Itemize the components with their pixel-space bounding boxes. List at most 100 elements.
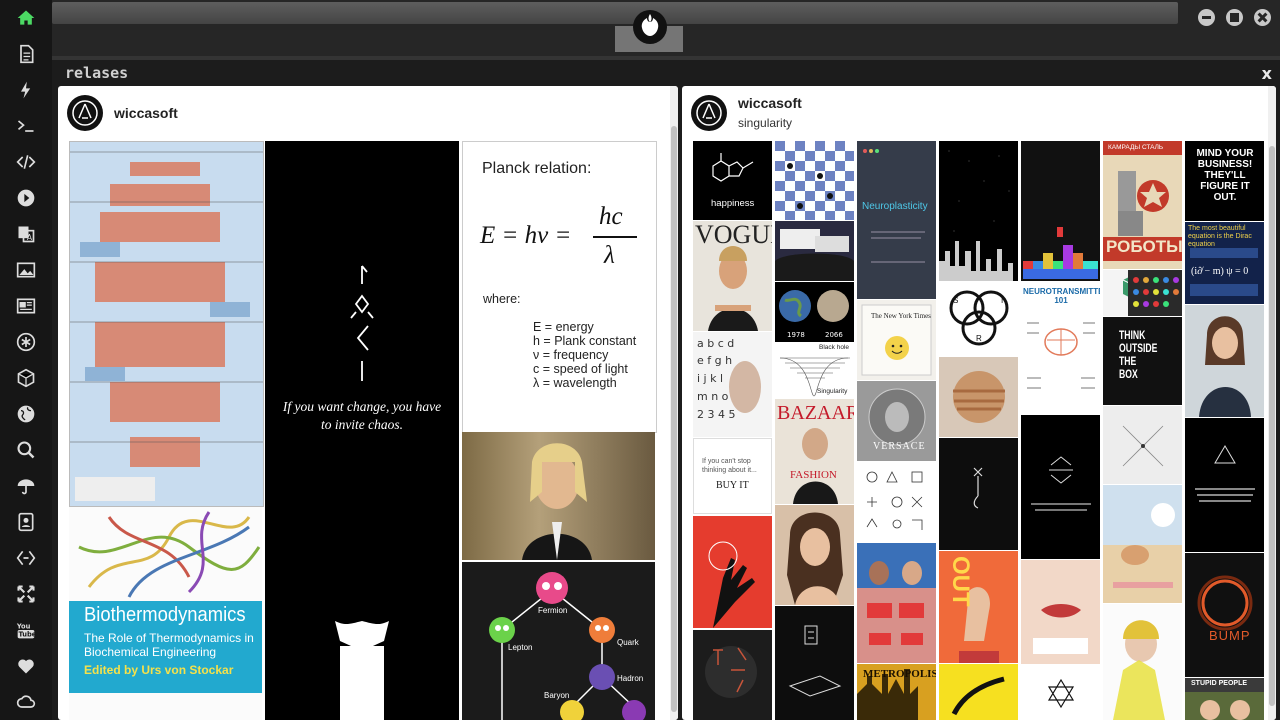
out-label: OUT [947,556,974,607]
document-icon[interactable] [14,42,38,66]
biothermodynamics-book-tile[interactable]: Biothermodynamics The Role of Thermodyna… [69,507,262,720]
stupid-people-tile[interactable]: STUPID PEOPLE [1185,678,1264,720]
maximize-button[interactable] [1226,9,1243,26]
chaos-quote-tile[interactable]: If you want change, you have to invite c… [265,141,459,720]
triangle-quote-tile[interactable] [1185,418,1264,552]
svg-text:BAZAAR: BAZAAR [777,402,854,424]
planck-title: Planck relation: [482,160,592,177]
search-icon[interactable] [14,438,38,462]
planck-equation-lhs: E = hν = [480,222,572,249]
youtube-icon[interactable]: You Tube [14,618,38,642]
black-hole-tile[interactable]: Black hole Singularity [775,343,854,398]
asterisk-icon[interactable] [14,330,38,354]
mind-business-label: MIND YOUR BUSINESS! THEY'LL FIGURE IT OU… [1196,148,1254,203]
planck-relation-tile[interactable]: Planck relation: E = hν = hc λ where: E … [462,141,657,433]
svg-text:a b c d: a b c d [697,337,734,350]
right-scrollbar-thumb[interactable] [1269,146,1275,706]
mind-business-tile[interactable]: MIND YOUR BUSINESS! THEY'LL FIGURE IT OU… [1185,141,1264,221]
versace-tile[interactable]: VERSACE [857,381,936,461]
neurotransmitters-tile[interactable]: NEUROTRANSMITTERS 101 [1021,282,1100,414]
address-bar[interactable] [52,2,1178,24]
symbols-chart-tile[interactable] [857,462,936,542]
beach-photo-tile[interactable] [1103,485,1182,603]
translate-icon[interactable]: A [14,222,38,246]
right-scrollbar[interactable] [1268,86,1276,720]
avatar[interactable] [691,95,727,131]
happiness-tile[interactable]: happiness [693,141,772,220]
bump-poster-tile[interactable]: BUMP [1185,553,1264,677]
username[interactable]: wiccasoft [738,95,802,111]
vogue-cover-tile[interactable]: VOGUE [693,221,772,331]
cloud-icon[interactable] [14,690,38,714]
newspaper-tile[interactable]: The New York Times [857,300,936,380]
code-icon[interactable] [14,150,38,174]
play-icon[interactable] [14,186,38,210]
particle-diagram-tile[interactable]: Fermion Quark Lepton Hadron Baryon [462,562,655,720]
neuroplasticity-tile[interactable]: Neuroplasticity [857,141,936,299]
singularity-label: Singularity [817,388,848,395]
home-icon[interactable] [14,6,38,30]
dirac-equation-tile[interactable]: The most beautiful equation is the Dirac… [1185,222,1264,304]
hexagram-tile[interactable] [1021,665,1100,720]
close-button[interactable] [1254,9,1271,26]
image-icon[interactable] [14,258,38,282]
typography-face-tile[interactable]: a b c d e f g h i j k l m n o 2 3 4 5 [693,332,772,437]
text-line [871,231,925,233]
city-skyline-tile[interactable] [939,141,1018,281]
heart-icon[interactable] [14,654,38,678]
fashion-cover-tile[interactable]: BAZAAR FASHION [775,399,854,504]
robots-poster-tile[interactable]: КАМРАДЫ СТАЛЬ РОБОТЫ [1103,141,1182,269]
svg-text:m n o: m n o [697,390,729,403]
cross-lines-tile[interactable] [1103,406,1182,484]
hexagon-icon[interactable] [14,366,38,390]
username[interactable]: wiccasoft [114,105,178,121]
svg-text:A: A [27,233,33,242]
black-hole-label: Black hole [819,344,849,351]
protest-photo-tile[interactable] [775,221,854,281]
label-baryon: Baryon [544,691,570,700]
woman-portrait-tile[interactable] [775,505,854,605]
avatar[interactable] [67,95,103,131]
portrait-photo-tile[interactable] [462,432,655,560]
dark-sigil-tile[interactable] [939,438,1018,550]
jupiter-tile[interactable] [939,357,1018,437]
left-scrollbar-thumb[interactable] [671,126,677,712]
minimize-button[interactable] [1198,9,1215,26]
tetris-tile[interactable] [1021,141,1100,281]
color-dots-tile[interactable] [1128,270,1182,316]
user-subtitle: singularity [738,116,793,130]
red-hand-tile[interactable] [693,516,772,628]
panel-close-button[interactable]: x [1262,64,1272,83]
venn-diagram-tile[interactable]: S I R [939,282,1018,356]
buy-it-tile[interactable]: If you can't stop thinking about it... B… [693,438,772,514]
chess-board-tile[interactable] [775,141,854,220]
neuroplasticity-label: Neuroplasticity [862,201,928,212]
earth-moon-tile[interactable]: 1978 2066 [775,282,854,342]
beach-women-tile[interactable] [857,543,936,663]
dark-geometry-tile[interactable] [775,606,854,720]
umbrella-icon[interactable] [14,474,38,498]
left-scrollbar[interactable] [670,86,678,720]
yellow-poster-tile[interactable] [939,664,1018,720]
triangle-dark-tile[interactable] [1021,415,1100,559]
news-icon[interactable] [14,294,38,318]
diamond-link-icon[interactable] [14,546,38,570]
terminal-icon[interactable] [14,114,38,138]
lips-tile[interactable] [1021,560,1100,664]
expand-icon[interactable] [14,582,38,606]
top-bar [52,0,1280,56]
metropolis-label: METROPOLIS [863,668,936,680]
think-box-tile[interactable]: THINK OUTSIDE THE BOX [1103,317,1182,405]
periodic-table-tile[interactable] [69,141,264,507]
girl-illustration-tile[interactable] [1103,604,1182,720]
def-energy: E = energy [533,320,594,334]
out-poster-tile[interactable]: OUT [939,551,1018,663]
contacts-icon[interactable] [14,510,38,534]
bolt-icon[interactable] [14,78,38,102]
globe-icon[interactable] [14,402,38,426]
actress-photo-tile[interactable] [1185,305,1264,417]
glyph-dark-tile[interactable] [693,630,772,720]
label-lepton: Lepton [508,643,533,652]
bump-label: BUMP [1209,628,1251,643]
metropolis-tile[interactable]: METROPOLIS [857,664,936,720]
